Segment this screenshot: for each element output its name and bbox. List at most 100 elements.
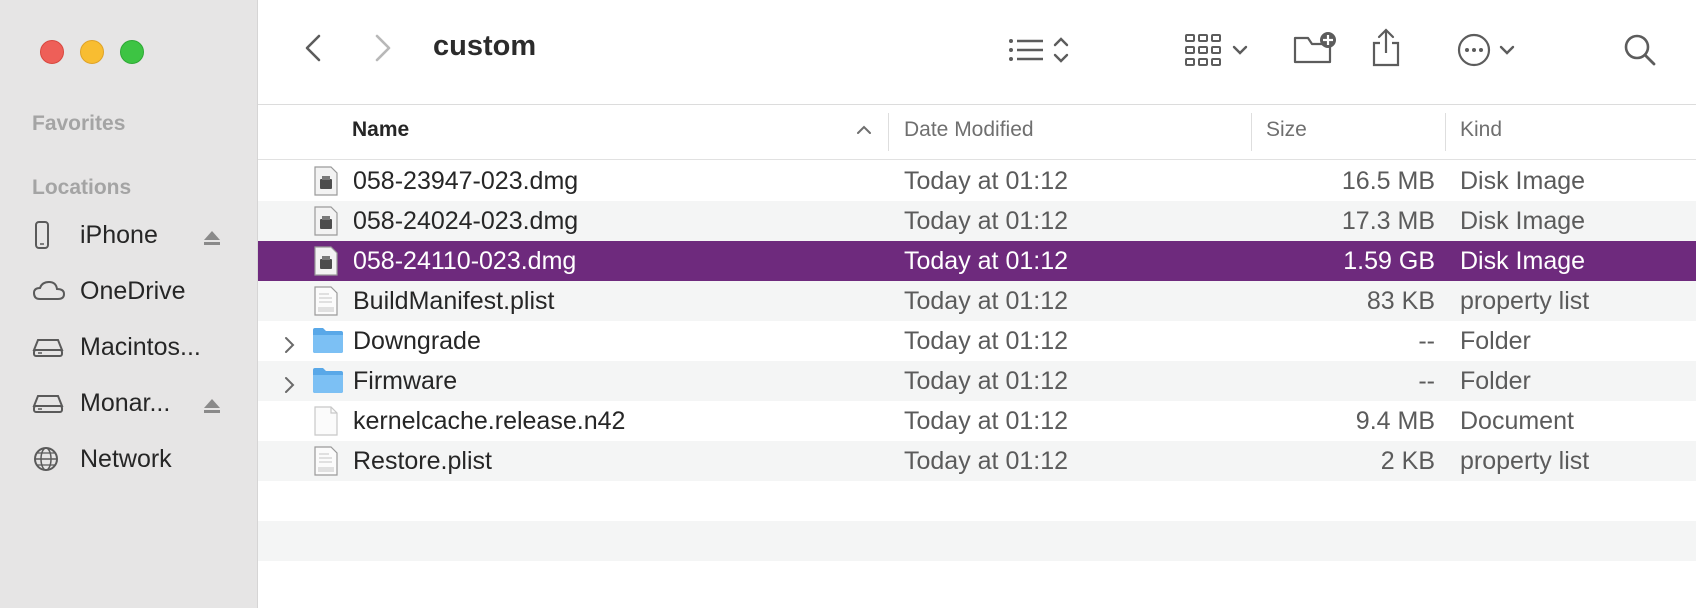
- share-button[interactable]: [1366, 26, 1406, 72]
- share-icon: [1370, 27, 1402, 72]
- cloud-icon: [32, 276, 66, 306]
- sidebar-item-iphone[interactable]: iPhone: [32, 213, 222, 257]
- more-ellipsis-icon: [1457, 33, 1491, 72]
- sort-ascending-icon[interactable]: [856, 123, 872, 141]
- folder-icon: [312, 366, 343, 396]
- file-kind: Disk Image: [1460, 207, 1586, 235]
- file-date: Today at 01:12: [904, 367, 1069, 395]
- iphone-icon: [32, 220, 66, 250]
- chevron-down-icon: [1232, 43, 1248, 61]
- sidebar-item-label: OneDrive: [80, 276, 186, 305]
- folder-icon: [312, 326, 343, 356]
- eject-icon[interactable]: [202, 393, 222, 422]
- file-row[interactable]: 058-24024-023.dmg Today at 01:12 17.3 MB…: [258, 201, 1696, 241]
- close-window-button[interactable]: [40, 40, 64, 64]
- new-folder-button[interactable]: [1290, 30, 1340, 70]
- back-button[interactable]: [298, 32, 328, 68]
- up-down-chevron-icon: [1053, 35, 1069, 70]
- file-size: 16.5 MB: [1341, 167, 1435, 195]
- file-size: --: [1418, 367, 1435, 395]
- file-size: --: [1418, 327, 1435, 355]
- file-name: 058-24024-023.dmg: [353, 207, 579, 235]
- dmg-icon: [312, 246, 340, 276]
- file-row-selected[interactable]: 058-24110-023.dmg Today at 01:12 1.59 GB…: [258, 241, 1696, 281]
- file-kind: Folder: [1460, 327, 1531, 355]
- file-date: Today at 01:12: [904, 247, 1069, 275]
- file-date: Today at 01:12: [904, 287, 1069, 315]
- search-button[interactable]: [1620, 32, 1660, 72]
- file-row[interactable]: 058-23947-023.dmg Today at 01:12 16.5 MB…: [258, 161, 1696, 201]
- column-header-kind[interactable]: Kind: [1460, 118, 1502, 142]
- list-view-icon: [1007, 35, 1047, 70]
- sidebar-item-onedrive[interactable]: OneDrive: [32, 269, 222, 313]
- file-name: 058-24110-023.dmg: [353, 247, 577, 275]
- minimize-window-button[interactable]: [80, 40, 104, 64]
- dmg-icon: [312, 206, 340, 236]
- file-size: 1.59 GB: [1343, 247, 1435, 275]
- sidebar-item-label: Monar...: [80, 388, 171, 417]
- hard-drive-icon: [32, 388, 66, 418]
- zoom-window-button[interactable]: [120, 40, 144, 64]
- file-name: BuildManifest.plist: [353, 287, 555, 315]
- file-kind: Folder: [1460, 367, 1531, 395]
- file-size: 83 KB: [1366, 287, 1435, 315]
- chevron-right-icon: [374, 33, 392, 68]
- column-divider[interactable]: [1251, 113, 1252, 151]
- sidebar-item-macintosh[interactable]: Macintos...: [32, 325, 222, 369]
- column-divider[interactable]: [888, 113, 889, 151]
- file-size: 2 KB: [1380, 447, 1435, 475]
- file-kind: Disk Image: [1460, 247, 1586, 275]
- disclosure-chevron-icon[interactable]: [284, 332, 296, 361]
- network-globe-icon: [32, 444, 66, 474]
- folder-row[interactable]: Downgrade Today at 01:12 -- Folder: [258, 321, 1696, 361]
- forward-button[interactable]: [368, 32, 398, 68]
- sidebar-item-network[interactable]: Network: [32, 437, 222, 481]
- file-date: Today at 01:12: [904, 167, 1069, 195]
- new-folder-icon: [1292, 30, 1338, 71]
- group-grid-icon: [1184, 33, 1222, 72]
- folder-row[interactable]: Firmware Today at 01:12 -- Folder: [258, 361, 1696, 401]
- file-date: Today at 01:12: [904, 407, 1069, 435]
- file-row[interactable]: Restore.plist Today at 01:12 2 KB proper…: [258, 441, 1696, 481]
- column-header-bar: Name Date Modified Size Kind: [258, 105, 1696, 160]
- plist-icon: [312, 446, 340, 476]
- view-options-button[interactable]: [998, 34, 1078, 70]
- hard-drive-icon: [32, 332, 66, 362]
- window-title: custom: [433, 30, 537, 62]
- group-button[interactable]: [1178, 32, 1254, 72]
- file-kind: Document: [1460, 407, 1574, 435]
- column-header-date[interactable]: Date Modified: [904, 118, 1034, 142]
- dmg-icon: [312, 166, 340, 196]
- file-name: Firmware: [353, 367, 458, 395]
- file-list: 058-23947-023.dmg Today at 01:12 16.5 MB…: [258, 161, 1696, 561]
- file-row[interactable]: kernelcache.release.n42 Today at 01:12 9…: [258, 401, 1696, 441]
- column-header-name[interactable]: Name: [352, 118, 409, 142]
- file-row[interactable]: BuildManifest.plist Today at 01:12 83 KB…: [258, 281, 1696, 321]
- document-icon: [312, 406, 340, 436]
- empty-row: [258, 481, 1696, 521]
- file-name: 058-23947-023.dmg: [353, 167, 579, 195]
- file-size: 9.4 MB: [1355, 407, 1435, 435]
- file-kind: property list: [1460, 447, 1590, 475]
- file-date: Today at 01:12: [904, 447, 1069, 475]
- column-divider[interactable]: [1445, 113, 1446, 151]
- file-kind: property list: [1460, 287, 1590, 315]
- sidebar: Favorites Locations iPhone OneDrive Maci…: [0, 0, 258, 608]
- locations-section-title[interactable]: Locations: [32, 176, 131, 200]
- more-actions-button[interactable]: [1448, 32, 1524, 72]
- sidebar-item-label: Network: [80, 444, 172, 473]
- sidebar-item-label: iPhone: [80, 220, 158, 249]
- file-name: Restore.plist: [353, 447, 492, 475]
- sidebar-item-monarch[interactable]: Monar...: [32, 381, 222, 425]
- file-kind: Disk Image: [1460, 167, 1586, 195]
- favorites-section-title[interactable]: Favorites: [32, 112, 125, 136]
- column-header-size[interactable]: Size: [1266, 118, 1307, 142]
- chevron-left-icon: [304, 33, 322, 68]
- eject-icon[interactable]: [202, 225, 222, 254]
- chevron-down-icon: [1499, 43, 1515, 61]
- plist-icon: [312, 286, 340, 316]
- finder-window: Favorites Locations iPhone OneDrive Maci…: [0, 0, 1696, 608]
- toolbar: custom: [258, 0, 1696, 105]
- disclosure-chevron-icon[interactable]: [284, 372, 296, 401]
- file-date: Today at 01:12: [904, 327, 1069, 355]
